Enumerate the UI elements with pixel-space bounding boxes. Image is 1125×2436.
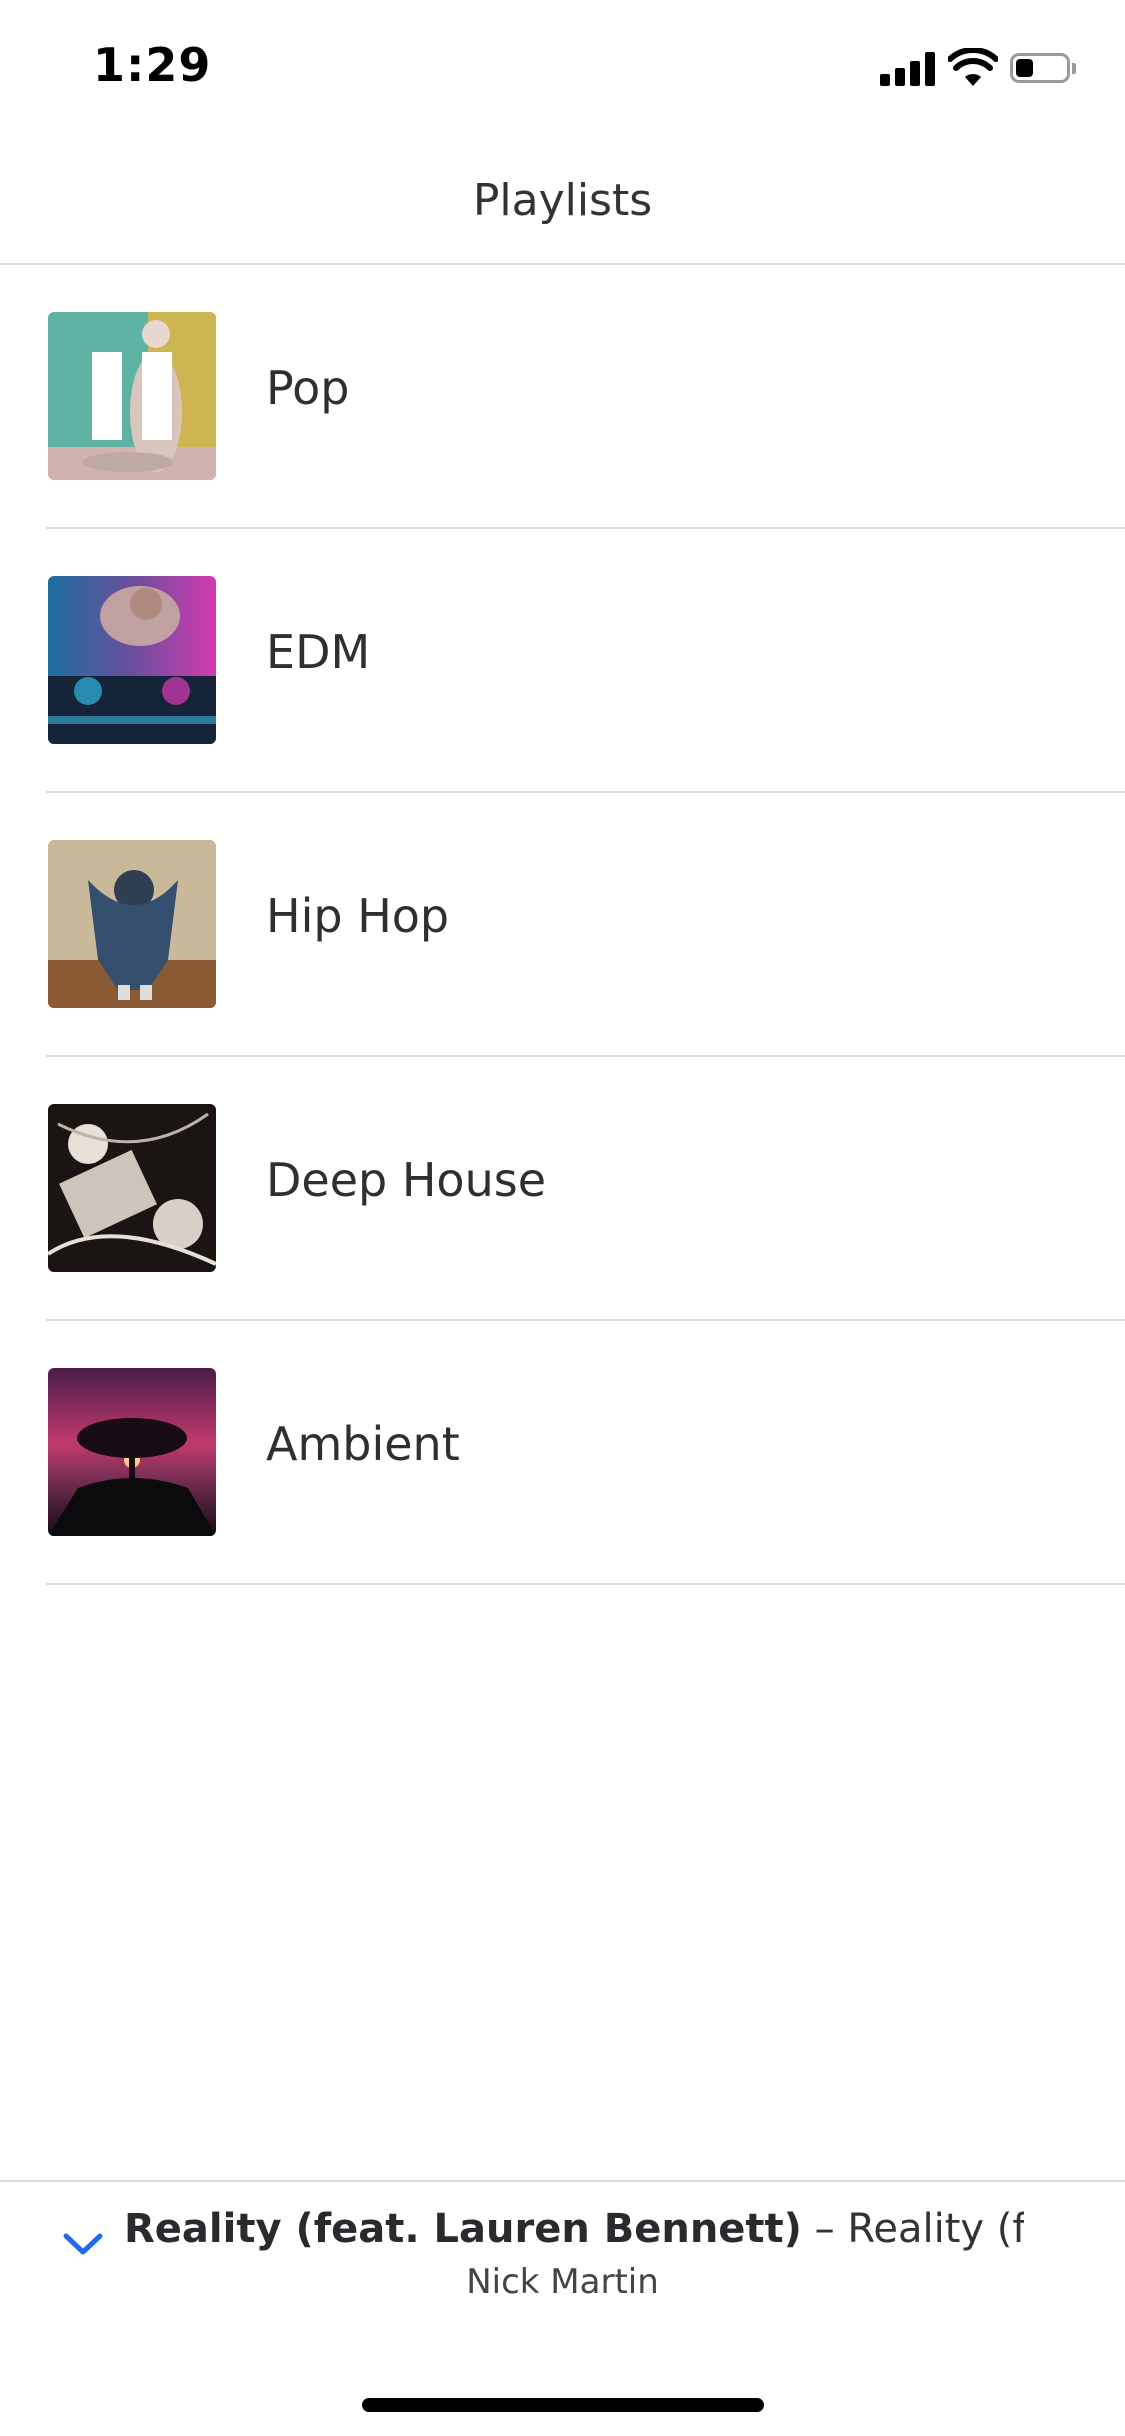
pause-icon[interactable] [92, 352, 172, 440]
album-title: Reality (feat.... [847, 2206, 1024, 2252]
status-bar: 1:29 [0, 0, 1125, 135]
playlist-row-edm[interactable]: EDM [46, 529, 1125, 793]
playlist-artwork-pop [48, 312, 216, 480]
page-title: Playlists [472, 175, 653, 226]
playlist-label: Ambient [266, 1417, 460, 1471]
playlist-label: Pop [266, 361, 350, 415]
playlist-label: EDM [266, 625, 371, 679]
playlist-label: Deep House [266, 1153, 546, 1207]
playlist-artwork-deep-house [48, 1104, 216, 1272]
wifi-icon [948, 48, 998, 86]
track-separator: – [801, 2206, 848, 2252]
playlist-row-hip-hop[interactable]: Hip Hop [46, 793, 1125, 1057]
now-playing-artist: Nick Martin [466, 2262, 659, 2302]
playlist-artwork-edm [48, 576, 216, 744]
navigation-bar: Playlists [0, 135, 1125, 265]
playlist-row-ambient[interactable]: Ambient [46, 1321, 1125, 1585]
playlist-artwork-ambient [48, 1368, 216, 1536]
playlist-row-pop[interactable]: Pop [46, 265, 1125, 529]
cellular-signal-icon [880, 52, 936, 86]
home-indicator[interactable] [362, 2398, 764, 2412]
playlist-list: Pop EDM Hip Hop Deep House Ambient [0, 265, 1125, 1585]
status-time: 1:29 [93, 38, 212, 92]
playlist-artwork-hip-hop [48, 840, 216, 1008]
playlist-row-deep-house[interactable]: Deep House [46, 1057, 1125, 1321]
track-title: Reality (feat. Lauren Bennett) [124, 2206, 802, 2252]
battery-icon [1010, 53, 1076, 85]
chevron-down-icon[interactable] [62, 2230, 104, 2258]
now-playing-track: Reality (feat. Lauren Bennett) – Reality… [124, 2206, 1024, 2252]
playlist-label: Hip Hop [266, 889, 450, 943]
